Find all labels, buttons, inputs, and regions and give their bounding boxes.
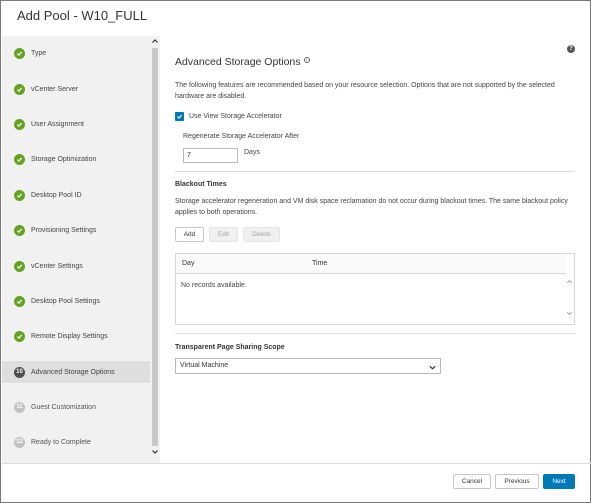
check-icon (14, 295, 25, 307)
step-label: Desktop Pool Settings (31, 297, 100, 305)
step-user-assignment[interactable]: User Assignment (2, 113, 150, 135)
step-label: Ready to Complete (31, 438, 91, 446)
chevron-up-icon[interactable] (151, 37, 159, 45)
step-provisioning-settings[interactable]: Provisioning Settings (2, 219, 150, 241)
cancel-button[interactable]: Cancel (453, 474, 491, 489)
step-vcenter-server[interactable]: vCenter Server (2, 78, 150, 100)
blackout-times-grid: Day Time No records available. (175, 253, 575, 325)
tps-scope-title: Transparent Page Sharing Scope (175, 344, 285, 351)
chevron-down-icon (429, 363, 436, 370)
footer-divider (2, 463, 591, 464)
add-pool-dialog: Add Pool - W10_FULL Type vCenter Server … (0, 0, 591, 503)
step-guest-customization[interactable]: 11 Guest Customization (2, 396, 150, 418)
step-number-badge: 12 (14, 436, 25, 448)
step-ready-to-complete[interactable]: 12 Ready to Complete (2, 431, 150, 453)
step-desktop-pool-id[interactable]: Desktop Pool ID (2, 184, 150, 206)
chevron-down-icon[interactable] (151, 448, 159, 456)
sidebar-scroll-thumb[interactable] (152, 48, 158, 446)
delete-blackout-button[interactable]: Delete (243, 227, 280, 242)
regenerate-label: Regenerate Storage Accelerator After (183, 133, 300, 140)
info-icon[interactable]: i (303, 56, 310, 63)
blackout-description: Storage accelerator regeneration and VM … (175, 198, 568, 216)
check-icon (14, 153, 25, 165)
step-label: Guest Customization (31, 403, 96, 411)
step-label: Advanced Storage Options (31, 368, 115, 376)
step-label: Storage Optimization (31, 155, 97, 163)
check-icon (14, 47, 25, 59)
column-header-time[interactable]: Time (312, 260, 327, 267)
check-icon (14, 260, 25, 272)
check-icon (14, 189, 25, 201)
storage-accelerator-label: Use View Storage Accelerator (189, 113, 282, 120)
add-blackout-button[interactable]: Add (175, 227, 204, 242)
step-label: Remote Display Settings (31, 332, 108, 340)
previous-button[interactable]: Previous (495, 474, 539, 489)
check-icon (14, 83, 25, 95)
step-vcenter-settings[interactable]: vCenter Settings (2, 255, 150, 277)
step-type[interactable]: Type (2, 42, 150, 64)
step-number-badge: 11 (14, 401, 25, 413)
regenerate-days-input[interactable]: 7 (183, 148, 238, 163)
step-remote-display-settings[interactable]: Remote Display Settings (2, 325, 150, 347)
storage-accelerator-checkbox[interactable] (175, 112, 184, 121)
check-icon (14, 330, 25, 342)
check-icon (14, 118, 25, 130)
section-divider (175, 171, 575, 172)
tps-scope-value: Virtual Machine (180, 362, 229, 369)
step-number-badge: 10 (14, 366, 25, 378)
blackout-times-title: Blackout Times (175, 181, 227, 188)
step-desktop-pool-settings[interactable]: Desktop Pool Settings (2, 290, 150, 312)
step-label: Desktop Pool ID (31, 191, 82, 199)
page-title: Advanced Storage Options i (175, 56, 310, 68)
tps-scope-select[interactable]: Virtual Machine (175, 358, 441, 374)
edit-blackout-button[interactable]: Edit (209, 227, 238, 242)
column-header-day[interactable]: Day (182, 260, 194, 267)
dialog-title: Add Pool - W10_FULL (17, 8, 148, 23)
sidebar-scrollbar[interactable] (150, 36, 160, 463)
intro-text: The following features are recommended b… (175, 82, 555, 100)
grid-scrollbar[interactable] (565, 274, 574, 324)
next-button[interactable]: Next (543, 474, 575, 489)
chevron-down-icon[interactable] (566, 310, 573, 319)
grid-empty-message: No records available. (181, 282, 247, 289)
check-icon (14, 224, 25, 236)
step-storage-optimization[interactable]: Storage Optimization (2, 148, 150, 170)
section-divider (175, 333, 575, 334)
days-unit-label: Days (244, 149, 260, 156)
help-icon[interactable]: ? (567, 45, 575, 53)
wizard-sidebar: Type vCenter Server User Assignment Stor… (2, 36, 160, 463)
grid-header: Day Time (176, 254, 566, 274)
step-label: User Assignment (31, 120, 84, 128)
step-label: vCenter Server (31, 85, 79, 93)
step-advanced-storage-options[interactable]: 10 Advanced Storage Options (2, 361, 150, 383)
chevron-up-icon[interactable] (566, 278, 573, 287)
step-label: vCenter Settings (31, 262, 83, 270)
page-title-text: Advanced Storage Options (175, 56, 301, 68)
step-label: Provisioning Settings (31, 226, 97, 234)
storage-accelerator-checkbox-row[interactable]: Use View Storage Accelerator (175, 112, 282, 121)
step-label: Type (31, 49, 47, 57)
